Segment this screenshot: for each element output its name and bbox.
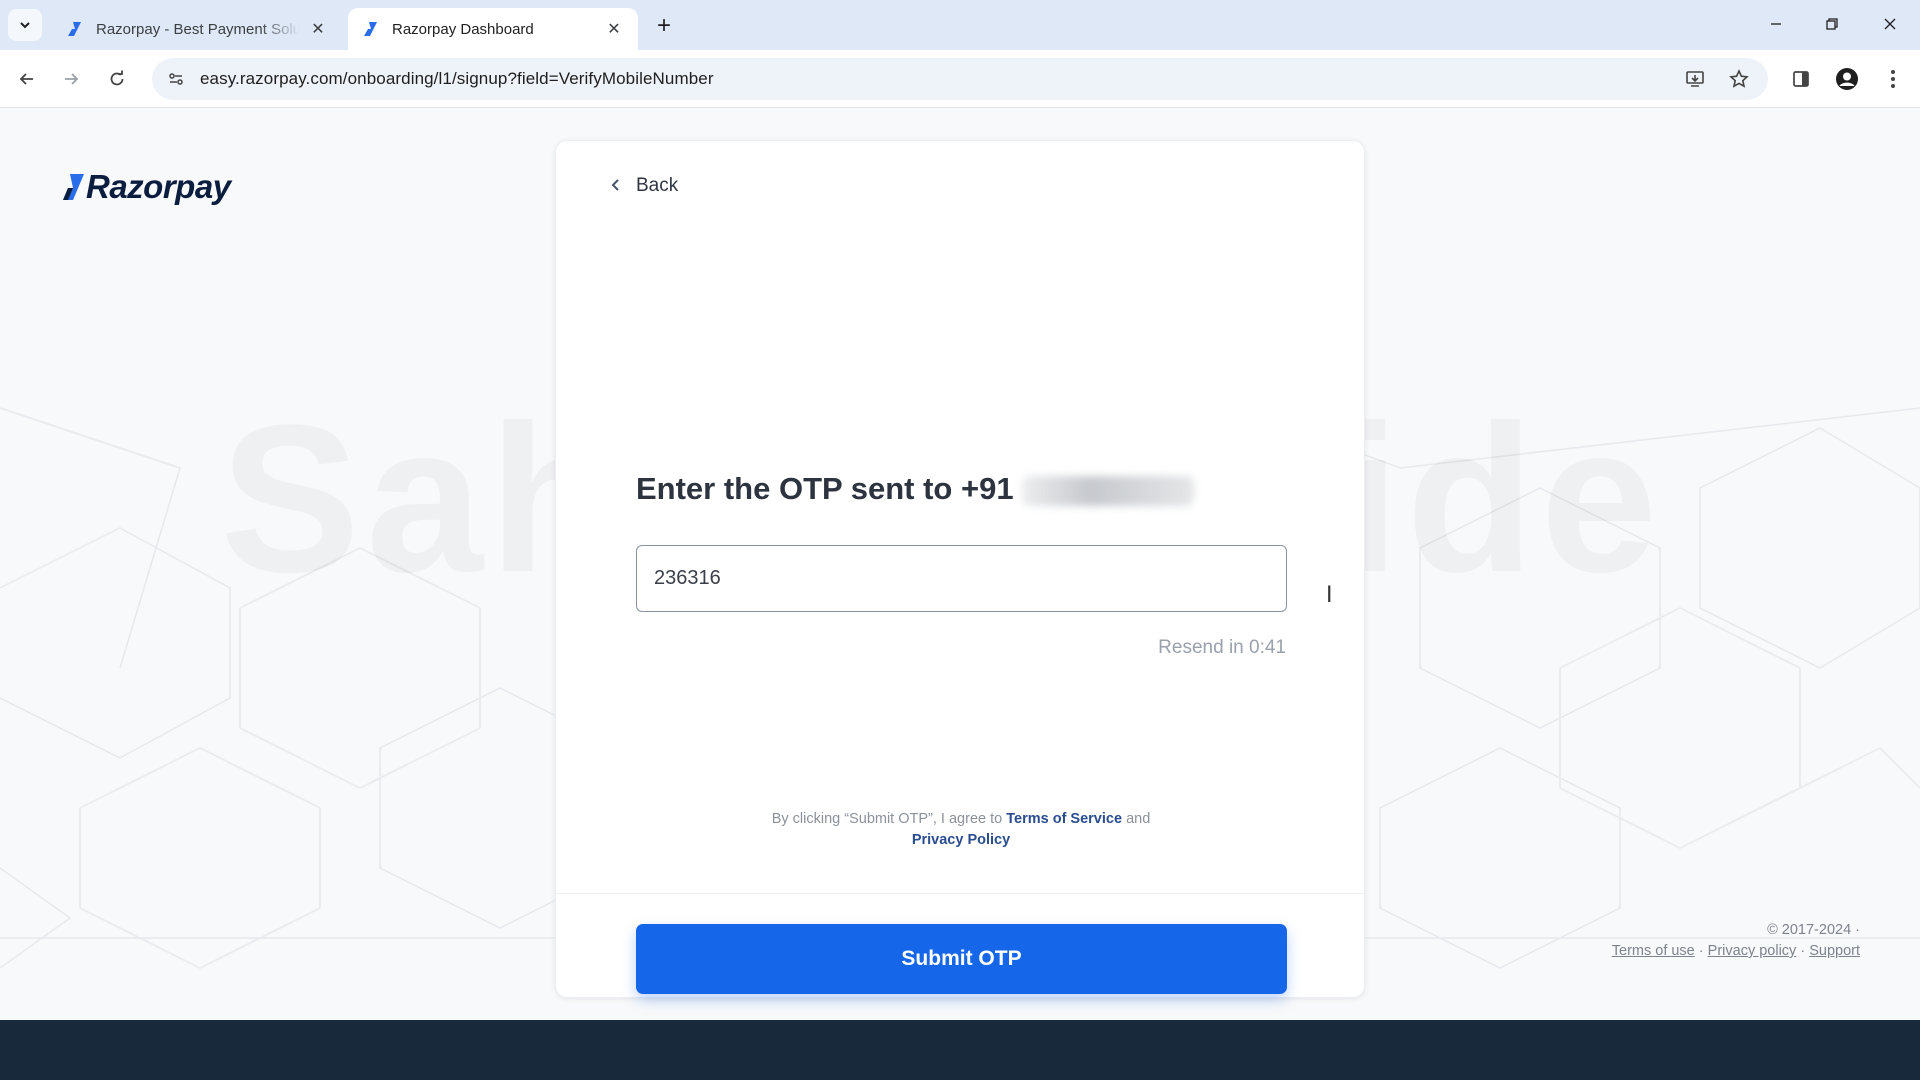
more-options-icon[interactable]	[1878, 64, 1908, 94]
footer: © 2017-2024 · Terms of use · Privacy pol…	[1612, 920, 1860, 962]
agreement-text: By clicking “Submit OTP”, I agree to Ter…	[556, 809, 1366, 851]
terms-of-use-link[interactable]: Terms of use	[1612, 943, 1695, 959]
site-info-icon[interactable]	[158, 61, 194, 97]
masked-phone-number	[1021, 475, 1194, 506]
page-content: Sahil R Guide Razorpay Back Enter the OT…	[0, 108, 1920, 1020]
browser-toolbar: easy.razorpay.com/onboarding/l1/signup?f…	[0, 50, 1920, 108]
side-panel-icon[interactable]	[1786, 64, 1816, 94]
tab-razorpay-dashboard[interactable]: Razorpay Dashboard ✕	[348, 8, 638, 50]
restore-icon[interactable]	[1818, 10, 1846, 38]
taskbar	[0, 1020, 1920, 1080]
back-arrow-icon[interactable]	[12, 64, 42, 94]
support-link[interactable]: Support	[1809, 943, 1860, 959]
agreement-prefix: By clicking “Submit OTP”, I agree to	[771, 811, 1003, 827]
tab-title: Razorpay - Best Payment Solutions	[96, 20, 300, 38]
tab-search-chevron-down-icon[interactable]	[8, 9, 42, 41]
submit-otp-button[interactable]: Submit OTP	[636, 924, 1287, 994]
logo-text: Razorpay	[86, 168, 231, 205]
footer-separator: ·	[1698, 943, 1704, 959]
otp-card: Back Enter the OTP sent to +91 I Resend …	[555, 140, 1366, 998]
otp-input[interactable]	[636, 545, 1287, 612]
new-tab-plus-icon[interactable]: +	[650, 12, 678, 40]
footer-separator: ·	[1800, 943, 1806, 959]
otp-heading: Enter the OTP sent to +91	[636, 471, 1194, 507]
razorpay-logo[interactable]: Razorpay	[60, 168, 231, 206]
tab-close-icon[interactable]: ✕	[308, 19, 328, 39]
forward-arrow-icon[interactable]	[56, 64, 86, 94]
divider	[556, 893, 1366, 894]
razorpay-logo-icon	[63, 174, 84, 200]
razorpay-favicon-icon	[364, 22, 377, 36]
footer-links: Terms of use · Privacy policy · Support	[1612, 941, 1860, 962]
razorpay-favicon-icon	[68, 22, 81, 36]
resend-timer: Resend in 0:41	[1158, 637, 1286, 658]
text-cursor-icon: I	[1326, 583, 1333, 608]
close-window-icon[interactable]	[1876, 10, 1904, 38]
url-text[interactable]: easy.razorpay.com/onboarding/l1/signup?f…	[200, 69, 714, 89]
tab-strip: Razorpay - Best Payment Solutions ✕ Razo…	[0, 0, 1920, 50]
privacy-policy-footer-link[interactable]: Privacy policy	[1708, 943, 1797, 959]
bookmark-star-icon[interactable]	[1724, 64, 1754, 94]
install-app-icon[interactable]	[1680, 64, 1710, 94]
privacy-policy-link[interactable]: Privacy Policy	[912, 832, 1010, 848]
back-label: Back	[636, 175, 679, 196]
tab-close-icon[interactable]: ✕	[604, 19, 624, 39]
reload-icon[interactable]	[102, 64, 132, 94]
tab-title: Razorpay Dashboard	[392, 20, 534, 38]
minimize-icon[interactable]	[1762, 10, 1790, 38]
tab-razorpay-home[interactable]: Razorpay - Best Payment Solutions ✕	[52, 8, 342, 50]
otp-heading-text: Enter the OTP sent to +91	[636, 471, 1014, 506]
address-bar[interactable]: easy.razorpay.com/onboarding/l1/signup?f…	[152, 58, 1768, 100]
profile-avatar-icon[interactable]	[1832, 64, 1862, 94]
terms-of-service-link[interactable]: Terms of Service	[1006, 811, 1122, 827]
agreement-and: and	[1126, 811, 1151, 827]
chevron-left-icon	[610, 176, 622, 197]
back-button[interactable]: Back	[610, 175, 678, 197]
copyright: © 2017-2024 ·	[1767, 922, 1860, 938]
